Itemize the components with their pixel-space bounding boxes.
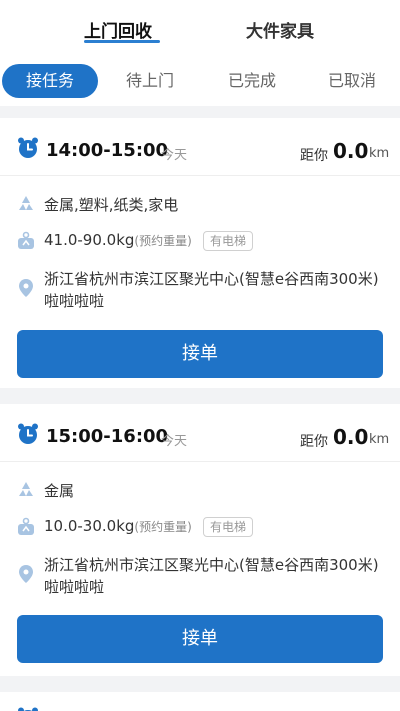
status-tab-cancelled[interactable]: 已取消: [314, 64, 390, 98]
location-pin-icon: [19, 565, 33, 583]
status-tab-completed[interactable]: 已完成: [214, 64, 290, 98]
distance-label: 距你: [300, 434, 328, 450]
weight-range: 41.0-90.0kg(预约重量): [44, 231, 192, 249]
category-tabs: 上门回收 大件家具: [0, 0, 400, 56]
alarm-clock-icon: [18, 423, 38, 444]
distance-value: 0.0: [333, 425, 369, 449]
alarm-clock-icon: [18, 137, 38, 158]
recycle-icon: [19, 482, 33, 496]
distance-value: 0.0: [333, 139, 369, 163]
distance-label: 距你: [300, 148, 328, 164]
order-card: 14:00-15:00 今天 距你 0.0 km 金属,塑料,纸类,家电 41.…: [0, 118, 400, 388]
day-label: 今天: [161, 434, 188, 449]
status-tab-pending-visit[interactable]: 待上门: [112, 64, 188, 98]
status-tab-accept-task[interactable]: 接任务: [2, 64, 98, 98]
time-slot: 14:00-15:00: [46, 140, 169, 161]
alarm-clock-icon: [18, 707, 38, 711]
waste-categories: 金属,塑料,纸类,家电: [44, 196, 179, 214]
order-card-header: 14:00-15:00 今天 距你 0.0 km: [0, 118, 400, 176]
tab-large-furniture[interactable]: 大件家具: [246, 17, 314, 42]
weight-range: 10.0-30.0kg(预约重量): [44, 517, 192, 535]
accept-order-button[interactable]: 接单: [17, 330, 383, 378]
order-card: [0, 692, 400, 711]
recycle-icon: [19, 196, 33, 210]
active-tab-indicator: [84, 40, 160, 43]
elevator-badge: 有电梯: [203, 231, 254, 251]
address-text: 浙江省杭州市滨江区聚光中心(智慧e谷西南300米)啦啦啦啦: [44, 270, 379, 310]
location-pin-icon: [19, 279, 33, 297]
distance-unit: km: [369, 146, 390, 161]
weight-scale-icon: [18, 517, 34, 535]
order-card-header: 15:00-16:00 今天 距你 0.0 km: [0, 404, 400, 462]
tab-door-recycling[interactable]: 上门回收: [84, 17, 152, 42]
distance-unit: km: [369, 432, 390, 447]
accept-order-button[interactable]: 接单: [17, 615, 383, 663]
order-card: 15:00-16:00 今天 距你 0.0 km 金属 10.0-30.0kg(…: [0, 404, 400, 676]
day-label: 今天: [161, 148, 188, 163]
waste-categories: 金属: [44, 482, 75, 500]
elevator-badge: 有电梯: [203, 517, 254, 537]
time-slot: 15:00-16:00: [46, 426, 169, 447]
weight-scale-icon: [18, 231, 34, 249]
status-tabs: 接任务 待上门 已完成 已取消: [0, 56, 400, 106]
address-text: 浙江省杭州市滨江区聚光中心(智慧e谷西南300米)啦啦啦啦: [44, 556, 379, 596]
